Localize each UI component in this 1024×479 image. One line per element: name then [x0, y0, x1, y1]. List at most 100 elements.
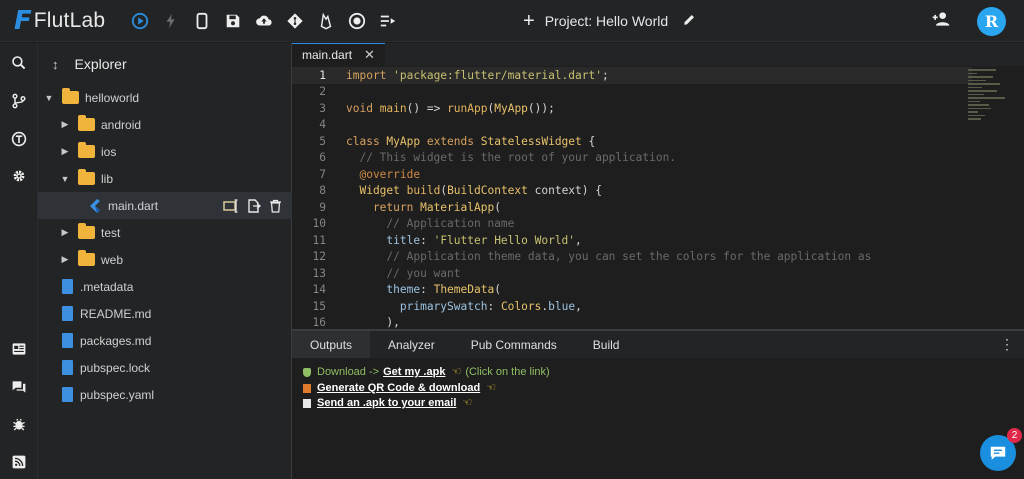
output-panel: Outputs Analyzer Pub Commands Build ⋮ Downl…: [292, 329, 1024, 479]
code-line[interactable]: 6 // This widget is the root of your app…: [292, 150, 972, 167]
panel-tab-analyzer[interactable]: Analyzer: [370, 331, 453, 358]
code-text: @override: [346, 167, 421, 181]
minimap[interactable]: [968, 69, 1014, 169]
code-line[interactable]: 13 // you want: [292, 265, 972, 282]
tree-item[interactable]: ▶ ios: [38, 138, 292, 165]
activity-settings[interactable]: [0, 164, 38, 188]
panel-tab-pub-commands[interactable]: Pub Commands: [453, 331, 575, 358]
code-line[interactable]: 15 primarySwatch: Colors.blue,: [292, 298, 972, 315]
playlist-button[interactable]: [372, 0, 403, 42]
add-collaborator-button[interactable]: [931, 10, 951, 33]
code-line[interactable]: 14 theme: ThemeData(: [292, 282, 972, 299]
activity-testing[interactable]: [0, 127, 38, 151]
tree-item[interactable]: ▼ lib: [38, 165, 292, 192]
app-logo[interactable]: F FlutLab: [14, 6, 124, 36]
panel-tab-outputs[interactable]: Outputs: [292, 331, 371, 358]
code-line[interactable]: 1 import 'package:flutter/material.dart';: [292, 67, 972, 84]
tree-item[interactable]: ▼ helloworld: [38, 84, 292, 111]
rename-icon[interactable]: [223, 198, 239, 213]
tree-item[interactable]: pubspec.yaml: [38, 381, 292, 408]
code-line[interactable]: 4: [292, 117, 972, 134]
download-icon: [303, 368, 311, 378]
line-number: 10: [312, 217, 326, 231]
tree-item[interactable]: main.dart: [38, 192, 292, 219]
get-apk-link[interactable]: Get my .apk: [383, 365, 445, 381]
generate-qr-link[interactable]: Generate QR Code & download: [317, 381, 480, 397]
code-line[interactable]: 12 // Application theme data, you can se…: [292, 249, 972, 266]
caret-down-icon[interactable]: ▼: [44, 93, 54, 103]
line-number: 11: [312, 233, 326, 247]
qr-line: Generate QR Code & download ☜: [303, 381, 1013, 397]
tree-item[interactable]: packages.md: [38, 327, 292, 354]
save-button[interactable]: [217, 0, 248, 42]
tree-item[interactable]: ▶ web: [38, 246, 292, 273]
tree-item-label: main.dart: [108, 198, 159, 213]
tree-item[interactable]: .metadata: [38, 273, 292, 300]
caret-right-icon[interactable]: ▶: [60, 119, 70, 130]
code-text: void main() => runApp(MyApp());: [346, 101, 555, 115]
playlist-icon: [380, 15, 395, 26]
code-line[interactable]: 16 ),: [292, 315, 972, 329]
code-line[interactable]: 7 @override: [292, 166, 972, 183]
dart-file-icon: [90, 198, 100, 213]
more-vert-icon[interactable]: ⋮: [1000, 336, 1014, 353]
line-number: 2: [319, 85, 326, 99]
device-button[interactable]: [186, 0, 217, 42]
duplicate-file-icon[interactable]: [247, 198, 261, 213]
collapse-all-icon[interactable]: ↕: [52, 57, 59, 72]
code-line[interactable]: 2: [292, 84, 972, 101]
caret-down-icon[interactable]: ▼: [60, 174, 70, 184]
editor-tabs: main.dart ✕: [292, 43, 1024, 66]
news-icon: [12, 343, 26, 355]
file-actions: [223, 198, 282, 213]
activity-rss[interactable]: [0, 450, 38, 474]
tree-item-label: pubspec.lock: [80, 360, 151, 375]
code-text: import 'package:flutter/material.dart';: [346, 68, 609, 82]
tab-main-dart[interactable]: main.dart ✕: [292, 43, 385, 66]
line-number: 6: [319, 151, 326, 165]
flutlab-logo-icon: F: [14, 5, 32, 36]
file-icon: [62, 306, 73, 321]
tree-item[interactable]: ▶ android: [38, 111, 292, 138]
activity-debug[interactable]: [0, 412, 38, 436]
git-button[interactable]: [279, 0, 310, 42]
tree-item[interactable]: pubspec.lock: [38, 354, 292, 381]
caret-right-icon[interactable]: ▶: [60, 146, 70, 157]
code-line[interactable]: 9 return MaterialApp(: [292, 199, 972, 216]
activity-source-control[interactable]: [0, 89, 38, 113]
delete-icon[interactable]: [269, 199, 282, 213]
folder-icon: [78, 142, 95, 158]
hot-reload-button[interactable]: [155, 0, 186, 42]
new-project-icon[interactable]: +: [523, 10, 535, 33]
tree-item-label: helloworld: [85, 90, 140, 105]
caret-right-icon[interactable]: ▶: [60, 254, 70, 265]
edit-project-button[interactable]: [682, 12, 697, 30]
folder-icon: [78, 223, 95, 239]
download-line: Download -> Get my .apk ☜ (Click on the …: [303, 365, 1013, 381]
activity-chat[interactable]: [0, 375, 38, 399]
hot-reload-icon: [166, 13, 175, 28]
code-line[interactable]: 3 void main() => runApp(MyApp());: [292, 100, 972, 117]
target-button[interactable]: [341, 0, 372, 42]
caret-right-icon[interactable]: ▶: [60, 227, 70, 238]
code-line[interactable]: 5 class MyApp extends StatelessWidget {: [292, 133, 972, 150]
close-tab-icon[interactable]: ✕: [364, 47, 375, 63]
code-area[interactable]: 1 import 'package:flutter/material.dart';…: [292, 66, 1024, 329]
activity-news[interactable]: [0, 337, 38, 361]
tree-item[interactable]: ▶ test: [38, 219, 292, 246]
firebase-button[interactable]: [310, 0, 341, 42]
tree-item[interactable]: README.md: [38, 300, 292, 327]
send-apk-email-link[interactable]: Send an .apk to your email: [317, 396, 456, 412]
panel-tab-build[interactable]: Build: [575, 331, 638, 358]
run-button[interactable]: [124, 0, 155, 42]
file-icon: [62, 387, 73, 402]
user-avatar[interactable]: R: [977, 6, 1006, 36]
app-name: FlutLab: [33, 8, 106, 32]
code-line[interactable]: 8 Widget build(BuildContext context) {: [292, 183, 972, 200]
code-line[interactable]: 11 title: 'Flutter Hello World',: [292, 232, 972, 249]
code-text: Widget build(BuildContext context) {: [346, 184, 602, 198]
code-line[interactable]: 10 // Application name: [292, 216, 972, 233]
activity-search[interactable]: [0, 51, 38, 75]
tree-item-label: ios: [101, 144, 117, 159]
cloud-upload-button[interactable]: [248, 0, 279, 42]
